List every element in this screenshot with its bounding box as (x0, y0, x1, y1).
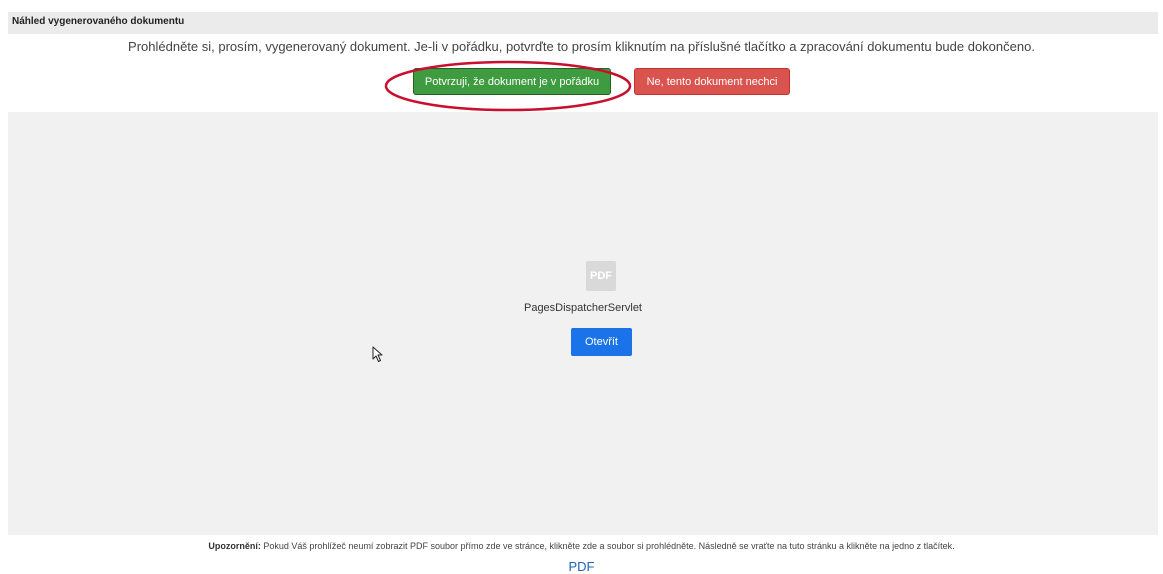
panel-header: Náhled vygenerovaného dokumentu (8, 12, 1158, 34)
notice-label: Upozornění: (208, 541, 261, 551)
pdf-viewer: PDF PagesDispatcherServlet Otevřít (8, 112, 1158, 535)
notice: Upozornění: Pokud Váš prohlížeč neumí zo… (0, 541, 1163, 551)
confirm-document-button[interactable]: Potvrzuji, že dokument je v pořádku (413, 68, 611, 95)
notice-text: Pokud Váš prohlížeč neumí zobrazit PDF s… (263, 541, 955, 551)
open-button[interactable]: Otevřít (571, 328, 632, 356)
panel-title: Náhled vygenerovaného dokumentu (12, 16, 185, 27)
mouse-cursor-icon (372, 346, 383, 362)
file-name: PagesDispatcherServlet (523, 302, 642, 314)
pdf-link[interactable]: PDF (0, 559, 1163, 574)
pdf-file-icon: PDF (586, 261, 616, 291)
reject-document-button[interactable]: Ne, tento dokument nechci (634, 68, 790, 95)
instruction-text: Prohlédněte si, prosím, vygenerovaný dok… (128, 39, 1035, 54)
